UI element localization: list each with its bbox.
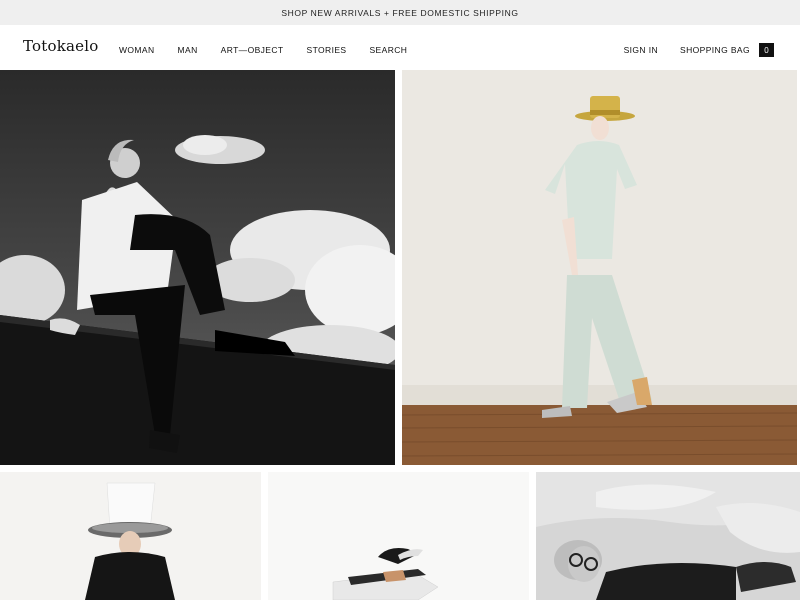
nav-item-stories[interactable]: STORIES [307, 45, 347, 55]
tile-product-hat[interactable] [0, 472, 261, 600]
nav-item-search[interactable]: SEARCH [369, 45, 407, 55]
tile-editorial-studio[interactable] [402, 70, 797, 465]
tile-editorial-sky[interactable] [0, 70, 395, 465]
editorial-sky-image [0, 70, 395, 465]
logo[interactable]: Totokaelo [23, 37, 98, 55]
site-header: Totokaelo WOMAN MAN ART—OBJECT STORIES S… [0, 25, 800, 70]
tile-product-sandal[interactable] [268, 472, 529, 600]
nav-item-woman[interactable]: WOMAN [119, 45, 155, 55]
promo-bar[interactable]: SHOP NEW ARRIVALS + FREE DOMESTIC SHIPPI… [0, 0, 800, 25]
shopping-bag-link[interactable]: SHOPPING BAG [680, 45, 750, 55]
nav-item-man[interactable]: MAN [178, 45, 198, 55]
account-nav: SIGN IN SHOPPING BAG 0 [624, 43, 774, 57]
tile-editorial-bed[interactable] [536, 472, 800, 600]
sign-in-link[interactable]: SIGN IN [624, 45, 658, 55]
promo-text[interactable]: SHOP NEW ARRIVALS + FREE DOMESTIC SHIPPI… [281, 8, 518, 18]
editorial-studio-image [402, 70, 797, 465]
bag-count-badge[interactable]: 0 [759, 43, 774, 57]
editorial-bed-image [536, 472, 800, 600]
nav-item-art-object[interactable]: ART—OBJECT [221, 45, 284, 55]
product-hat-image [0, 472, 261, 600]
main-nav: WOMAN MAN ART—OBJECT STORIES SEARCH [119, 45, 430, 55]
product-sandal-image [268, 472, 529, 600]
